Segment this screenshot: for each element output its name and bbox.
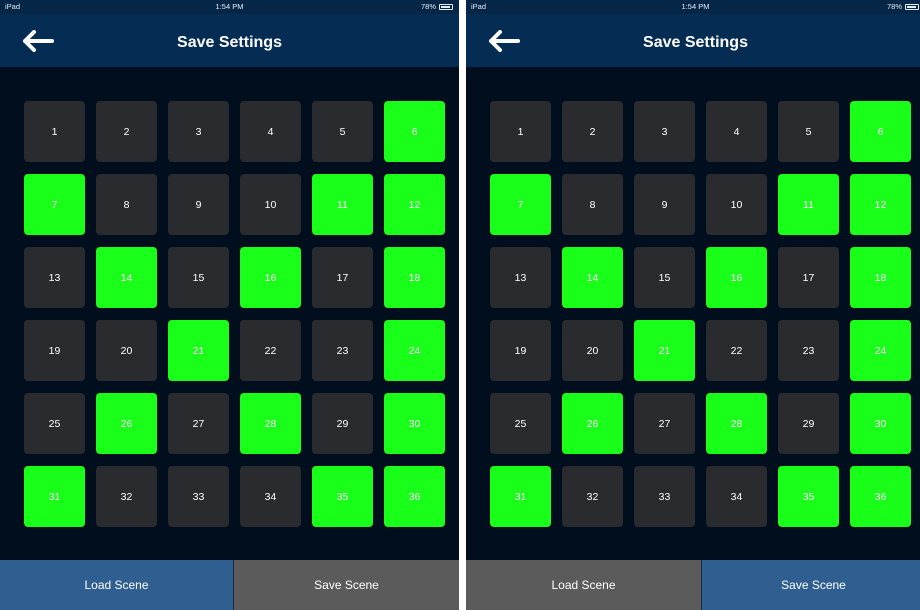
channel-button-25[interactable]: 25	[490, 393, 551, 454]
channel-button-36[interactable]: 36	[850, 466, 911, 527]
battery-percent: 78%	[420, 2, 436, 11]
channel-button-21[interactable]: 21	[168, 320, 229, 381]
channel-button-9[interactable]: 9	[634, 174, 695, 235]
channel-button-4[interactable]: 4	[706, 101, 767, 162]
channel-button-33[interactable]: 33	[634, 466, 695, 527]
channel-grid: 1 2 3 4 5 6 7 8 9 10 11 12 13 14 15 16 17 18 19 20 21 22 23 24 2…	[24, 101, 445, 527]
channel-button-9[interactable]: 9	[168, 174, 229, 235]
channel-button-27[interactable]: 27	[634, 393, 695, 454]
channel-button-8[interactable]: 8	[96, 174, 157, 235]
bottom-toolbar: Load Scene Save Scene	[466, 560, 920, 610]
channel-button-15[interactable]: 15	[634, 247, 695, 308]
channel-button-6[interactable]: 6	[850, 101, 911, 162]
channel-button-34[interactable]: 34	[240, 466, 301, 527]
channel-button-17[interactable]: 17	[778, 247, 839, 308]
save-scene-button[interactable]: Save Scene	[234, 560, 459, 610]
channel-button-13[interactable]: 13	[24, 247, 85, 308]
channel-button-1[interactable]: 1	[490, 101, 551, 162]
channel-button-20[interactable]: 20	[562, 320, 623, 381]
channel-button-15[interactable]: 15	[168, 247, 229, 308]
channel-button-3[interactable]: 3	[168, 101, 229, 162]
channel-button-2[interactable]: 2	[96, 101, 157, 162]
channel-button-30[interactable]: 30	[384, 393, 445, 454]
navigation-bar: Save Settings	[0, 14, 459, 67]
channel-button-17[interactable]: 17	[312, 247, 373, 308]
channel-button-13[interactable]: 13	[490, 247, 551, 308]
channel-button-26[interactable]: 26	[562, 393, 623, 454]
channel-button-7[interactable]: 7	[490, 174, 551, 235]
channel-button-19[interactable]: 19	[490, 320, 551, 381]
channel-button-29[interactable]: 29	[312, 393, 373, 454]
channel-button-18[interactable]: 18	[850, 247, 911, 308]
battery-percent: 78%	[886, 2, 902, 11]
channel-button-4[interactable]: 4	[240, 101, 301, 162]
status-bar: iPad 1:54 PM 78%	[466, 0, 920, 14]
battery-indicator: 78%	[887, 0, 919, 14]
load-scene-button[interactable]: Load Scene	[0, 560, 234, 610]
ipad-screen-left: iPad 1:54 PM 78% Save Settings 123456789…	[0, 0, 459, 610]
channel-button-34[interactable]: 34	[706, 466, 767, 527]
page-title: Save Settings	[177, 34, 282, 51]
channel-button-33[interactable]: 33	[168, 466, 229, 527]
save-scene-button[interactable]: Save Scene	[702, 560, 920, 610]
channel-button-8[interactable]: 8	[562, 174, 623, 235]
channel-button-32[interactable]: 32	[562, 466, 623, 527]
channel-button-18[interactable]: 18	[384, 247, 445, 308]
channel-button-30[interactable]: 30	[850, 393, 911, 454]
channel-button-24[interactable]: 24	[384, 320, 445, 381]
channel-button-12[interactable]: 12	[850, 174, 911, 235]
channel-button-28[interactable]: 28	[240, 393, 301, 454]
channel-button-28[interactable]: 28	[706, 393, 767, 454]
channel-button-5[interactable]: 5	[778, 101, 839, 162]
channel-button-25[interactable]: 25	[24, 393, 85, 454]
channel-button-10[interactable]: 10	[240, 174, 301, 235]
channel-button-3[interactable]: 3	[634, 101, 695, 162]
channel-button-27[interactable]: 27	[168, 393, 229, 454]
channel-button-12[interactable]: 12	[384, 174, 445, 235]
status-time: 1:54 PM	[681, 2, 710, 11]
channel-button-31[interactable]: 31	[24, 466, 85, 527]
channel-button-35[interactable]: 35	[778, 466, 839, 527]
channel-button-5[interactable]: 5	[312, 101, 373, 162]
channel-grid: 1 2 3 4 5 6 7 8 9 10 11 12 13 14 15 16 17 18 19 20 21 22 23 24 2…	[490, 101, 911, 527]
channel-button-23[interactable]: 23	[312, 320, 373, 381]
channel-button-16[interactable]: 16	[240, 247, 301, 308]
battery-icon	[905, 4, 919, 10]
battery-icon	[439, 4, 453, 10]
channel-button-35[interactable]: 35	[312, 466, 373, 527]
channel-button-14[interactable]: 14	[96, 247, 157, 308]
channel-button-26[interactable]: 26	[96, 393, 157, 454]
channel-button-22[interactable]: 22	[240, 320, 301, 381]
channel-button-2[interactable]: 2	[562, 101, 623, 162]
channel-button-11[interactable]: 11	[778, 174, 839, 235]
channel-button-16[interactable]: 16	[706, 247, 767, 308]
load-scene-button[interactable]: Load Scene	[466, 560, 702, 610]
navigation-bar: Save Settings	[466, 14, 920, 67]
channel-button-32[interactable]: 32	[96, 466, 157, 527]
channel-button-36[interactable]: 36	[384, 466, 445, 527]
channel-button-11[interactable]: 11	[312, 174, 373, 235]
status-bar: iPad 1:54 PM 78%	[0, 0, 459, 14]
channel-button-22[interactable]: 22	[706, 320, 767, 381]
channel-button-20[interactable]: 20	[96, 320, 157, 381]
status-time: 1:54 PM	[215, 2, 244, 11]
bottom-toolbar: Load Scene Save Scene	[0, 560, 459, 610]
battery-indicator: 78%	[421, 0, 453, 14]
channel-button-29[interactable]: 29	[778, 393, 839, 454]
channel-button-6[interactable]: 6	[384, 101, 445, 162]
channel-button-19[interactable]: 19	[24, 320, 85, 381]
channel-button-23[interactable]: 23	[778, 320, 839, 381]
channel-button-21[interactable]: 21	[634, 320, 695, 381]
page-title: Save Settings	[643, 34, 748, 51]
channel-button-10[interactable]: 10	[706, 174, 767, 235]
channel-button-24[interactable]: 24	[850, 320, 911, 381]
channel-button-31[interactable]: 31	[490, 466, 551, 527]
channel-button-14[interactable]: 14	[562, 247, 623, 308]
channel-button-1[interactable]: 1	[24, 101, 85, 162]
ipad-screen-right: iPad 1:54 PM 78% Save Settings 123456789…	[466, 0, 920, 610]
channel-button-7[interactable]: 7	[24, 174, 85, 235]
